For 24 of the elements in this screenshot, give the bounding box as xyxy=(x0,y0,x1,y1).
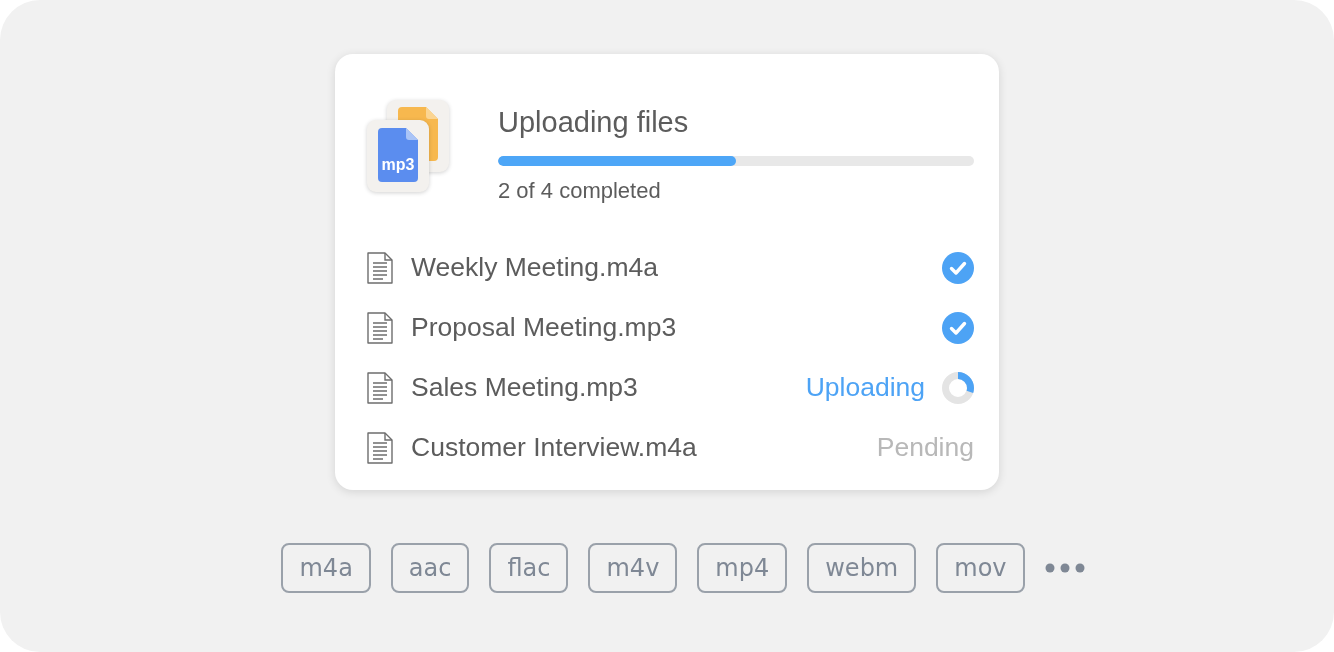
format-tag: mov xyxy=(936,543,1025,593)
check-circle-icon xyxy=(942,312,974,344)
file-name: Sales Meeting.mp3 xyxy=(411,371,639,405)
upload-title: Uploading files xyxy=(498,105,690,140)
file-name: Customer Interview.m4a xyxy=(411,431,698,465)
file-type-label: mp3 xyxy=(380,156,416,174)
status-text: Uploading xyxy=(805,371,925,405)
format-tag: mp4 xyxy=(697,543,788,593)
document-icon xyxy=(367,312,393,344)
format-tag: flac xyxy=(489,543,569,593)
format-tag: aac xyxy=(390,543,470,593)
check-circle-icon xyxy=(942,252,974,284)
file-name: Proposal Meeting.mp3 xyxy=(411,311,678,345)
file-name: Weekly Meeting.m4a xyxy=(411,251,659,285)
progress-ring-icon xyxy=(942,372,974,404)
document-icon xyxy=(367,372,393,404)
status-text: Pending xyxy=(876,431,974,465)
document-icon xyxy=(367,432,393,464)
document-icon xyxy=(367,252,393,284)
format-tag: m4v xyxy=(588,543,678,593)
format-tag: m4a xyxy=(281,543,371,593)
progress-summary: 2 of 4 completed xyxy=(498,177,662,205)
format-tag: webm xyxy=(807,543,917,593)
more-icon xyxy=(1044,563,1085,573)
